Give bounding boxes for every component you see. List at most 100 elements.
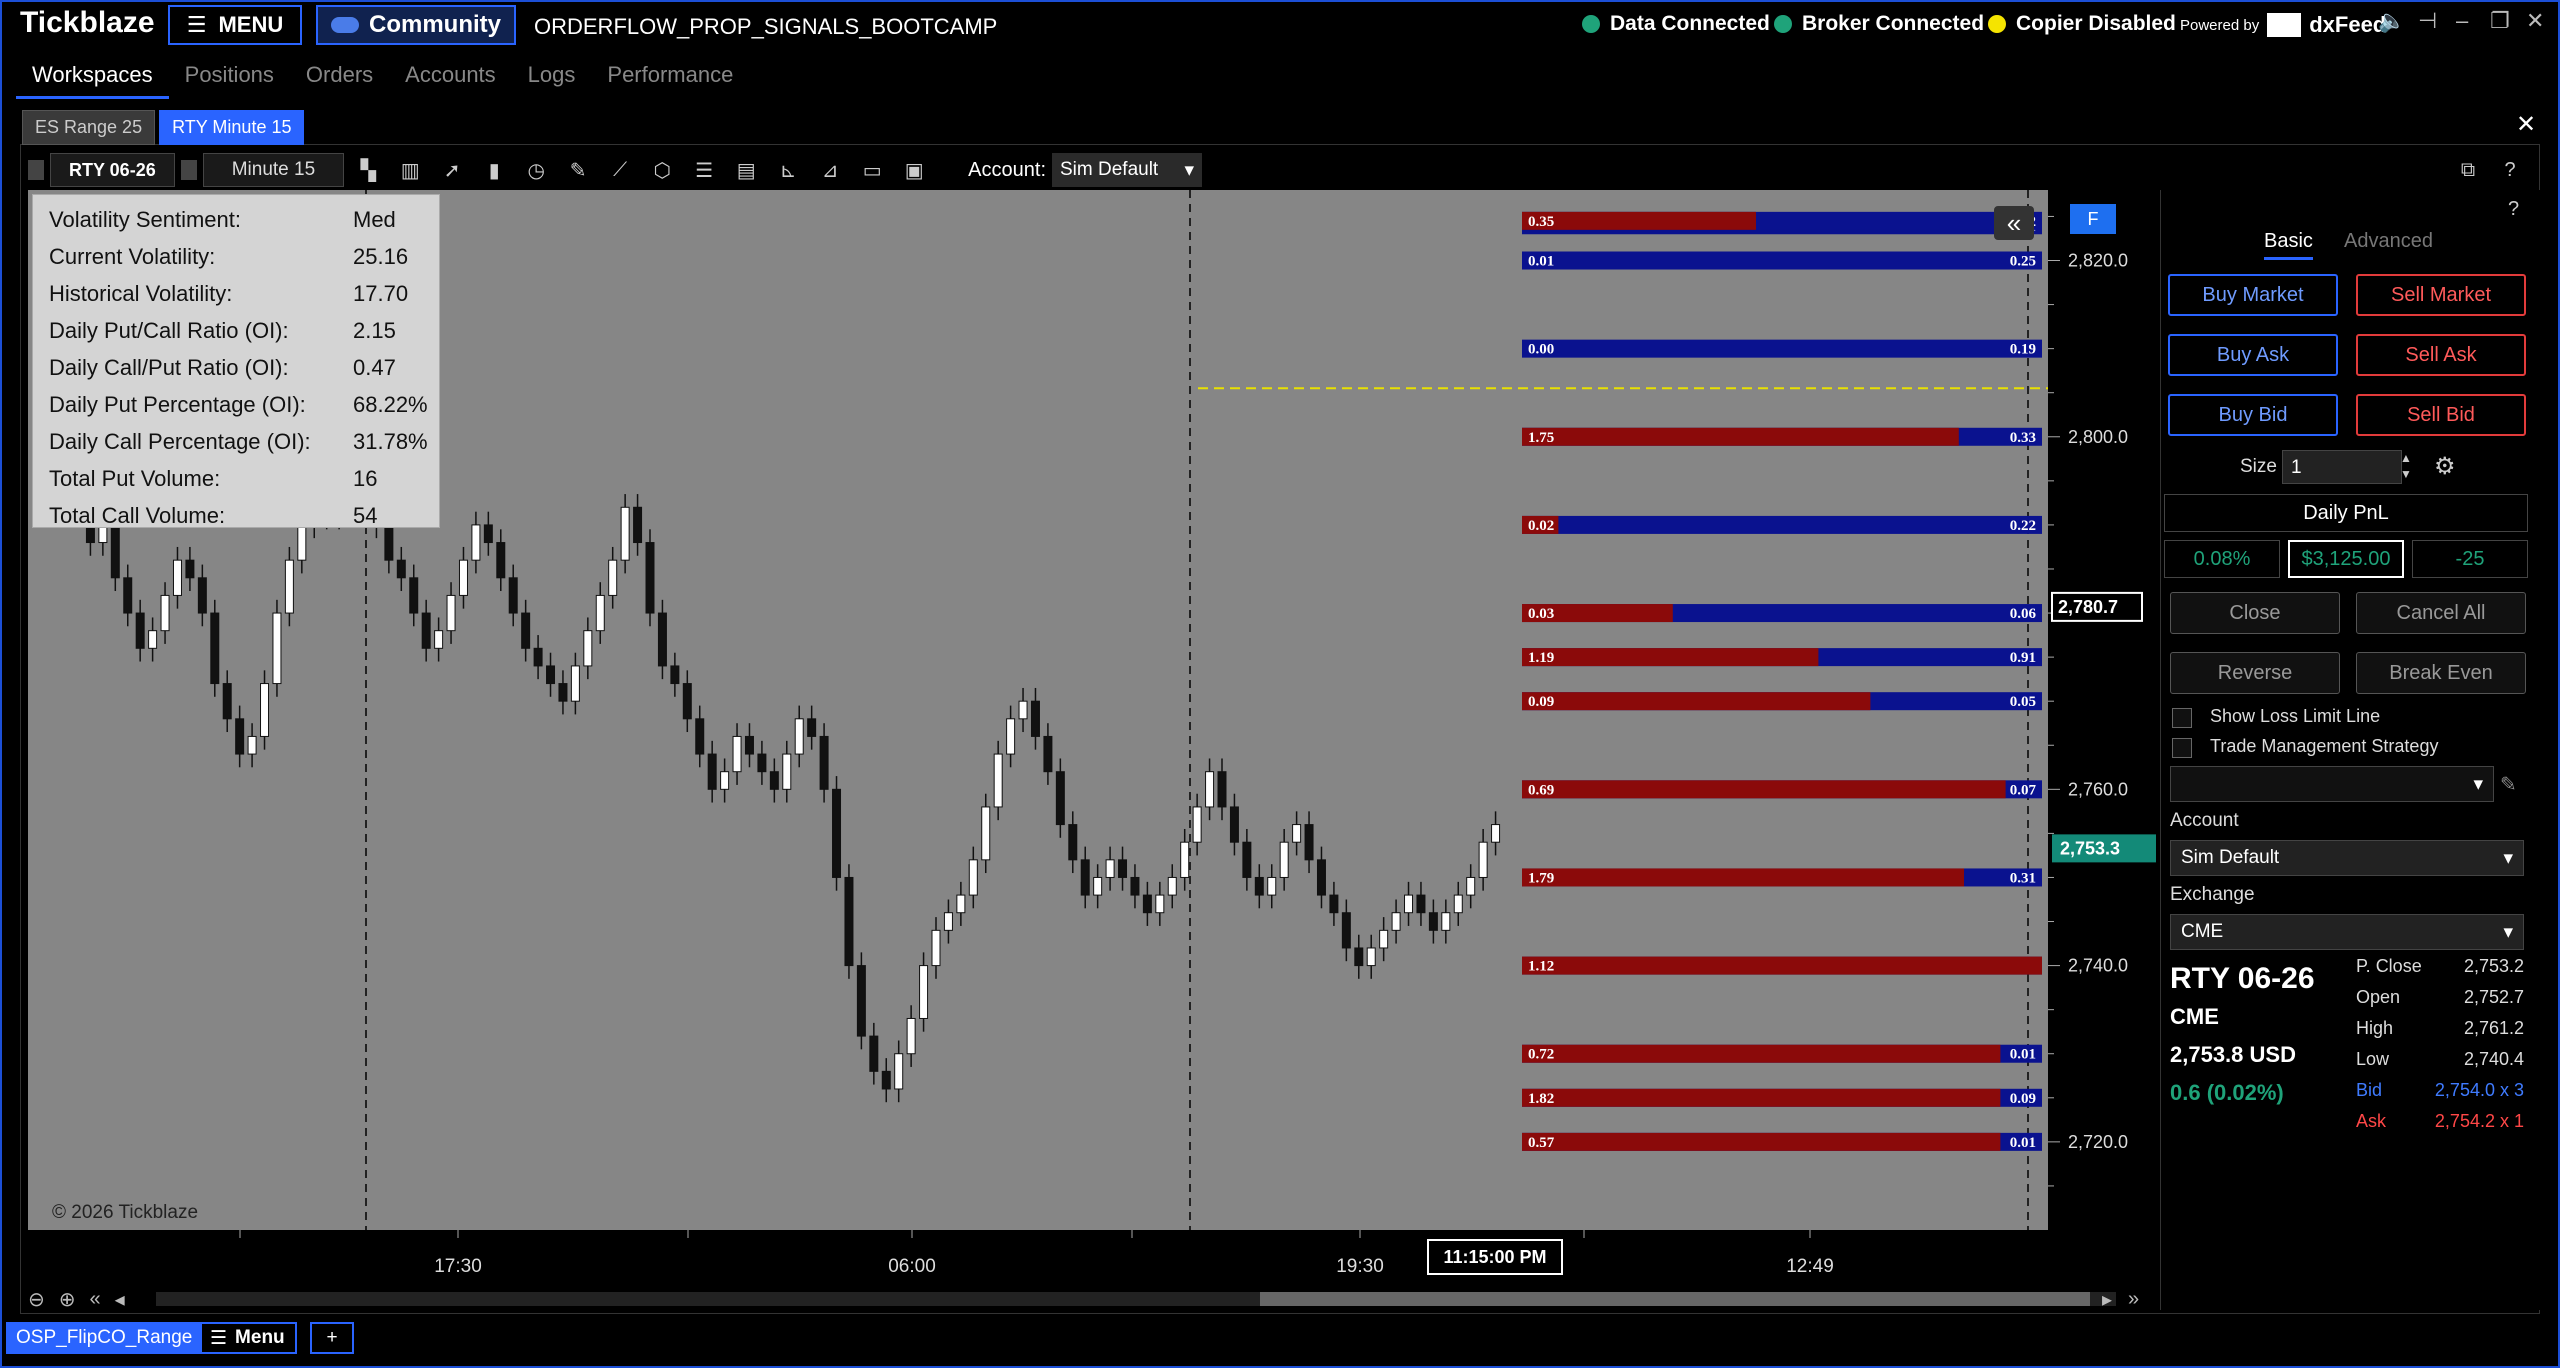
exchange-dropdown[interactable]: CME ▾ — [2170, 914, 2524, 950]
size-stepper-icon[interactable]: ▲ ▼ — [2400, 450, 2412, 482]
tab-basic[interactable]: Basic — [2264, 230, 2313, 260]
candle-down — [757, 753, 767, 773]
cube-icon[interactable]: ⬡ — [644, 153, 680, 187]
pin-icon[interactable]: ⊣ — [2418, 8, 2437, 34]
candle-down — [1055, 771, 1065, 826]
clock-icon[interactable]: ◷ — [518, 153, 554, 187]
loss-limit-checkbox[interactable] — [2172, 708, 2192, 728]
gear-icon[interactable]: ⚙ — [2434, 452, 2456, 481]
pencil-icon[interactable]: ✎ — [560, 153, 596, 187]
volatility-key: Daily Call/Put Ratio (OI): — [49, 354, 289, 380]
strategy-tab[interactable]: OSP_FlipCO_Range — [6, 1322, 203, 1354]
quote-key: Low — [2356, 1049, 2390, 1069]
sell-market-button[interactable]: Sell Market — [2356, 274, 2526, 316]
scroll-end-icon[interactable]: » — [2128, 1288, 2139, 1311]
break-even-button[interactable]: Break Even — [2356, 652, 2526, 694]
restore-icon[interactable]: ❐ — [2490, 8, 2510, 34]
candle-down — [521, 612, 531, 649]
nav-accounts[interactable]: Accounts — [389, 58, 512, 99]
collapse-icon[interactable]: « — [1994, 206, 2034, 240]
save-icon[interactable]: ▣ — [896, 153, 932, 187]
candle-up — [608, 559, 618, 596]
scroll-track[interactable] — [156, 1292, 2116, 1306]
volatility-key: Daily Call Percentage (OI): — [49, 428, 311, 454]
scroll-right-icon[interactable]: ▸ — [2102, 1287, 2112, 1312]
zoom-in-icon[interactable]: ⊕ — [59, 1287, 76, 1312]
nav-workspaces[interactable]: Workspaces — [16, 58, 169, 99]
candle-down — [1304, 824, 1314, 861]
nav-orders[interactable]: Orders — [290, 58, 389, 99]
mute-icon[interactable]: 🔈 — [2378, 8, 2405, 34]
buy-ask-button[interactable]: Buy Ask — [2168, 334, 2338, 376]
tab-advanced[interactable]: Advanced — [2344, 230, 2433, 253]
document-search-icon[interactable]: ▤ — [728, 153, 764, 187]
list-icon[interactable]: ☰ — [686, 153, 722, 187]
scroll-thumb[interactable] — [1260, 1292, 2090, 1306]
candle-down — [819, 735, 829, 790]
candle-down — [1242, 841, 1252, 878]
zoom-out-icon[interactable]: ⊖ — [28, 1287, 45, 1312]
nav-logs[interactable]: Logs — [512, 58, 592, 99]
cursor-icon[interactable]: ➚ — [434, 153, 470, 187]
timeframe-selector[interactable]: Minute 15 — [202, 153, 345, 187]
color-link-icon[interactable] — [28, 160, 44, 180]
detach-icon[interactable]: ⧉ — [2450, 153, 2486, 187]
close-window-icon[interactable]: ✕ — [2526, 8, 2544, 34]
add-tab-button[interactable]: + — [310, 1322, 354, 1354]
account-dropdown[interactable]: Sim Default ▾ — [2170, 840, 2524, 876]
close-tab-icon[interactable]: ✕ — [2516, 110, 2536, 139]
pnl-value: $3,125.00 — [2288, 540, 2404, 578]
candle-up — [595, 594, 605, 632]
indicators-icon[interactable]: ▥ — [392, 153, 428, 187]
flow-bar-left-label: 0.00 — [1528, 342, 1554, 358]
sell-bid-button[interactable]: Sell Bid — [2356, 394, 2526, 436]
candle-up — [260, 683, 270, 737]
size-input[interactable]: 1 — [2282, 450, 2402, 484]
main-menu-button[interactable]: ☰ MENU — [168, 5, 302, 45]
candle-down — [832, 788, 842, 878]
trend-axis-icon[interactable]: ⊿ — [812, 153, 848, 187]
tab-rty-minute[interactable]: RTY Minute 15 — [159, 110, 305, 145]
candles-icon[interactable]: ▮ — [476, 153, 512, 187]
flatten-button[interactable]: F — [2070, 204, 2116, 234]
minimize-icon[interactable]: – — [2456, 8, 2468, 34]
buy-market-button[interactable]: Buy Market — [2168, 274, 2338, 316]
symbol-selector[interactable]: RTY 06-26 — [50, 153, 175, 187]
flow-bar-red — [1522, 648, 1819, 667]
folder-icon[interactable]: ▭ — [854, 153, 890, 187]
scroll-left-icon[interactable]: ◂ — [115, 1287, 125, 1312]
strategy-selector[interactable]: ▾ — [2170, 766, 2494, 802]
trade-mgmt-checkbox[interactable] — [2172, 738, 2192, 758]
volatility-key: Total Put Volume: — [49, 465, 221, 491]
nav-positions[interactable]: Positions — [169, 58, 290, 99]
help-icon[interactable]: ? — [2508, 198, 2519, 221]
edit-icon[interactable]: ✎ — [2500, 772, 2517, 797]
color-link-icon[interactable] — [180, 160, 197, 180]
buy-bid-button[interactable]: Buy Bid — [2168, 394, 2338, 436]
tab-es-range[interactable]: ES Range 25 — [22, 110, 156, 145]
scroll-start-icon[interactable]: « — [90, 1288, 101, 1311]
candle-down — [222, 683, 232, 720]
bottom-menu-button[interactable]: ☰ Menu — [198, 1322, 297, 1354]
close-button[interactable]: Close — [2170, 592, 2340, 634]
candle-up — [583, 630, 593, 667]
candle-down — [633, 506, 643, 544]
reverse-button[interactable]: Reverse — [2170, 652, 2340, 694]
account-selector[interactable]: Sim Default ▾ — [1052, 153, 1202, 187]
loss-limit-label: Show Loss Limit Line — [2210, 706, 2381, 726]
axis-icon[interactable]: ⊾ — [770, 153, 806, 187]
price-change: 0.6 (0.02%) — [2170, 1080, 2284, 1105]
draw-line-icon[interactable]: ⟋ — [602, 153, 638, 187]
nav-performance[interactable]: Performance — [591, 58, 749, 99]
bar-type-icon[interactable]: ▚ — [350, 153, 386, 187]
candle-down — [1229, 806, 1239, 843]
candle-up — [894, 1053, 904, 1090]
quote-row: Ask 2,754.2 x 1 — [2356, 1111, 2524, 1142]
price-axis[interactable]: 2,820.0 2,800.0 2,760.0 2,740.0 2,720.0 2,780… — [2048, 190, 2158, 1230]
community-button[interactable]: Community — [316, 5, 516, 45]
current-price-label: 2,753.3 — [2060, 838, 2120, 858]
cancel-all-button[interactable]: Cancel All — [2356, 592, 2526, 634]
sell-ask-button[interactable]: Sell Ask — [2356, 334, 2526, 376]
help-icon[interactable]: ? — [2492, 153, 2528, 187]
time-axis[interactable]: 17:30 06:00 19:30 12:49 11:15:00 PM — [28, 1230, 2048, 1290]
